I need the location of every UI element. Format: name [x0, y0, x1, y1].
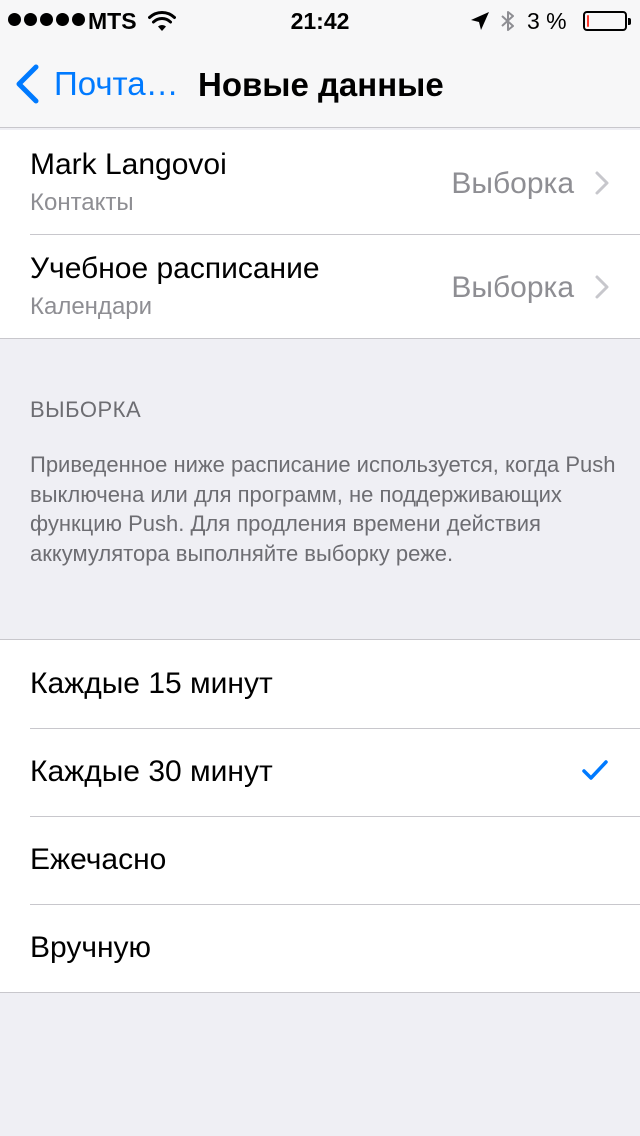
- section-header-fetch: ВЫБОРКА: [30, 397, 142, 422]
- battery-percent: 3 %: [527, 8, 567, 34]
- location-arrow-icon: [471, 12, 489, 30]
- account-name: Mark Langovoi: [30, 148, 227, 181]
- navigation-bar: Почта… Новые данные: [0, 40, 640, 128]
- option-label: Ежечасно: [30, 843, 167, 876]
- battery-level-fill: [587, 15, 589, 27]
- account-subtitle: Контакты: [30, 189, 134, 216]
- accounts-group: Mark Langovoi Контакты Выборка Учебное р…: [0, 130, 640, 339]
- option-label: Каждые 30 минут: [30, 755, 273, 788]
- option-every-15-minutes[interactable]: Каждые 15 минут: [0, 640, 640, 728]
- account-name: Учебное расписание: [30, 252, 320, 285]
- fetch-interval-group: Каждые 15 минут Каждые 30 минут Ежечасно…: [0, 639, 640, 993]
- battery-icon: [583, 11, 631, 31]
- option-label: Вручную: [30, 931, 152, 964]
- chevron-left-icon: [16, 64, 39, 104]
- option-hourly[interactable]: Ежечасно: [0, 816, 640, 904]
- section-footer-fetch-description: Приведенное ниже расписание используется…: [30, 452, 616, 566]
- option-every-30-minutes[interactable]: Каждые 30 минут: [0, 728, 640, 816]
- back-button-label: Почта…: [54, 65, 179, 102]
- page-title: Новые данные: [198, 66, 444, 103]
- checkmark-icon: [582, 760, 608, 780]
- chevron-right-icon: [595, 171, 609, 195]
- account-row-mark-langovoi[interactable]: Mark Langovoi Контакты Выборка: [0, 130, 640, 234]
- top-bar: MTS 21:42 3 % Почта… Новые данные: [0, 0, 640, 128]
- account-row-calendar[interactable]: Учебное расписание Календари Выборка: [0, 234, 640, 338]
- bluetooth-icon: [501, 11, 514, 31]
- option-label: Каждые 15 минут: [30, 667, 273, 700]
- back-button[interactable]: Почта…: [14, 64, 179, 104]
- status-bar: MTS 21:42 3 %: [0, 0, 640, 40]
- account-fetch-value: Выборка: [451, 271, 574, 304]
- account-fetch-value: Выборка: [451, 167, 574, 200]
- account-subtitle: Календари: [30, 293, 153, 320]
- option-manually[interactable]: Вручную: [0, 904, 640, 992]
- chevron-right-icon: [595, 275, 609, 299]
